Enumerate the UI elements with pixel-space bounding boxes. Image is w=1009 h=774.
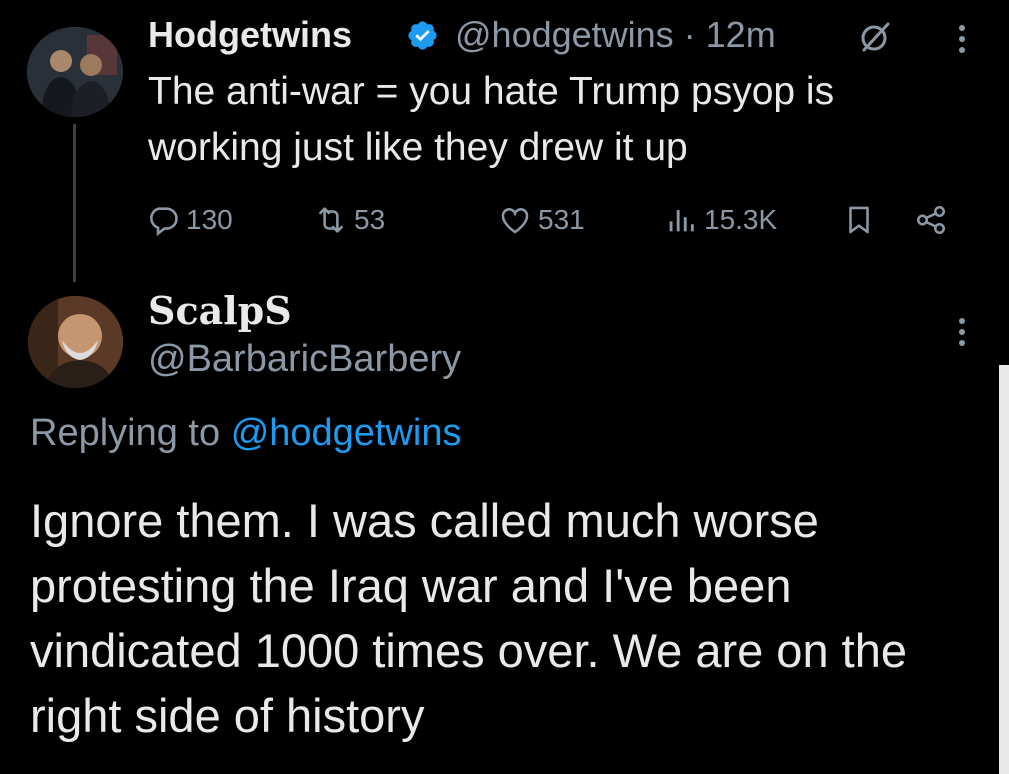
tweet-meta: @hodgetwins · 12m — [455, 14, 776, 55]
reply-button[interactable]: 130 — [146, 197, 233, 243]
views-count: 15.3K — [704, 204, 778, 235]
reply-icon — [150, 207, 178, 237]
retweet-count: 53 — [354, 204, 386, 235]
author-avatar[interactable] — [27, 27, 123, 117]
reply-author-handle[interactable]: @BarbaricBarbery — [148, 338, 461, 381]
retweet-button[interactable]: 53 — [314, 197, 385, 243]
bookmark-icon — [849, 206, 869, 234]
views-button[interactable]: 15.3K — [664, 197, 777, 243]
more-dots-icon[interactable] — [952, 312, 972, 352]
bookmark-button[interactable] — [842, 197, 882, 243]
reply-author-name[interactable]: ScalpS — [148, 288, 292, 333]
like-button[interactable]: 531 — [498, 197, 585, 243]
scrollbar[interactable] — [999, 365, 1009, 774]
tweet-text: The anti-war = you hate Trump psyop is w… — [148, 70, 835, 169]
heart-icon — [501, 208, 529, 234]
grok-icon[interactable] — [858, 20, 892, 54]
author-name[interactable]: Hodgetwins — [148, 14, 352, 56]
reply-text: Ignore them. I was called much worse pro… — [30, 494, 907, 742]
like-count: 531 — [538, 204, 585, 235]
retweet-icon — [319, 207, 343, 233]
reply-author-avatar[interactable] — [28, 296, 123, 388]
verified-badge-icon — [406, 19, 439, 52]
replying-to-line: Replying to @hodgetwins — [30, 412, 462, 455]
views-icon — [669, 210, 694, 232]
replying-to-mention[interactable]: @hodgetwins — [231, 412, 462, 454]
more-dots-icon[interactable] — [952, 19, 972, 59]
reply-count: 130 — [186, 204, 233, 235]
thread-line — [73, 124, 76, 282]
replying-prefix: Replying to — [30, 412, 221, 454]
share-button[interactable] — [914, 197, 954, 243]
share-icon — [916, 205, 946, 235]
